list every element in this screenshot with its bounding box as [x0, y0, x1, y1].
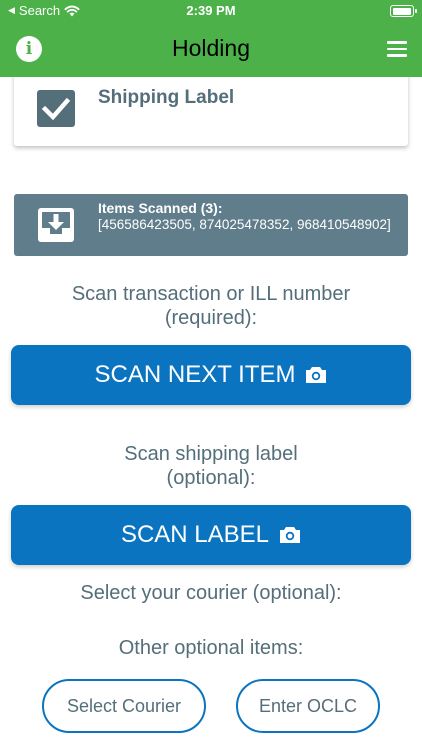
shipping-label-card: Shipping Label — [14, 70, 408, 146]
enter-oclc-label: Enter OCLC — [258, 695, 358, 716]
camera-icon — [306, 367, 327, 383]
enter-oclc-button[interactable]: Enter OCLC — [236, 679, 380, 733]
battery-fill — [392, 7, 411, 15]
scan-next-item-button[interactable]: SCAN NEXT ITEM — [11, 345, 411, 405]
camera-icon — [280, 527, 301, 543]
other-items-prompt: Other optional items: — [118, 637, 304, 659]
scan-label-button[interactable]: SCAN LABEL — [11, 505, 411, 565]
scan-transaction-prompt: Scan transaction or ILL number (required… — [71, 283, 351, 329]
hamburger-menu-icon[interactable] — [387, 41, 407, 57]
select-courier-prompt: Select your courier (optional): — [80, 582, 342, 604]
status-time: 2:39 PM — [186, 3, 236, 18]
page-title: Holding — [172, 35, 250, 61]
scan-next-item-label: SCAN NEXT ITEM — [94, 361, 296, 388]
items-scanned-title: Items Scanned (3): — [98, 200, 223, 216]
checkmark-icon — [41, 97, 71, 121]
status-bar: ◀ Search 2:39 PM — [0, 0, 422, 22]
shipping-label-title: Shipping Label — [98, 87, 235, 108]
inbox-download-icon — [38, 208, 74, 242]
shipping-label-checkbox[interactable] — [37, 90, 75, 127]
battery-icon — [390, 5, 417, 17]
nav-bar: i Holding — [0, 22, 422, 77]
items-scanned-banner: Items Scanned (3): [456586423505, 874025… — [14, 194, 408, 256]
items-scanned-list: [456586423505, 874025478352, 96841054890… — [98, 217, 391, 232]
holding-screen: ◀ Search 2:39 PM i Holding Shipping Labe… — [0, 0, 422, 750]
scan-label-label: SCAN LABEL — [120, 521, 270, 548]
scan-shipping-prompt: Scan shipping label (optional): — [124, 443, 298, 489]
select-courier-label: Select Courier — [66, 695, 182, 716]
select-courier-button[interactable]: Select Courier — [42, 679, 206, 733]
